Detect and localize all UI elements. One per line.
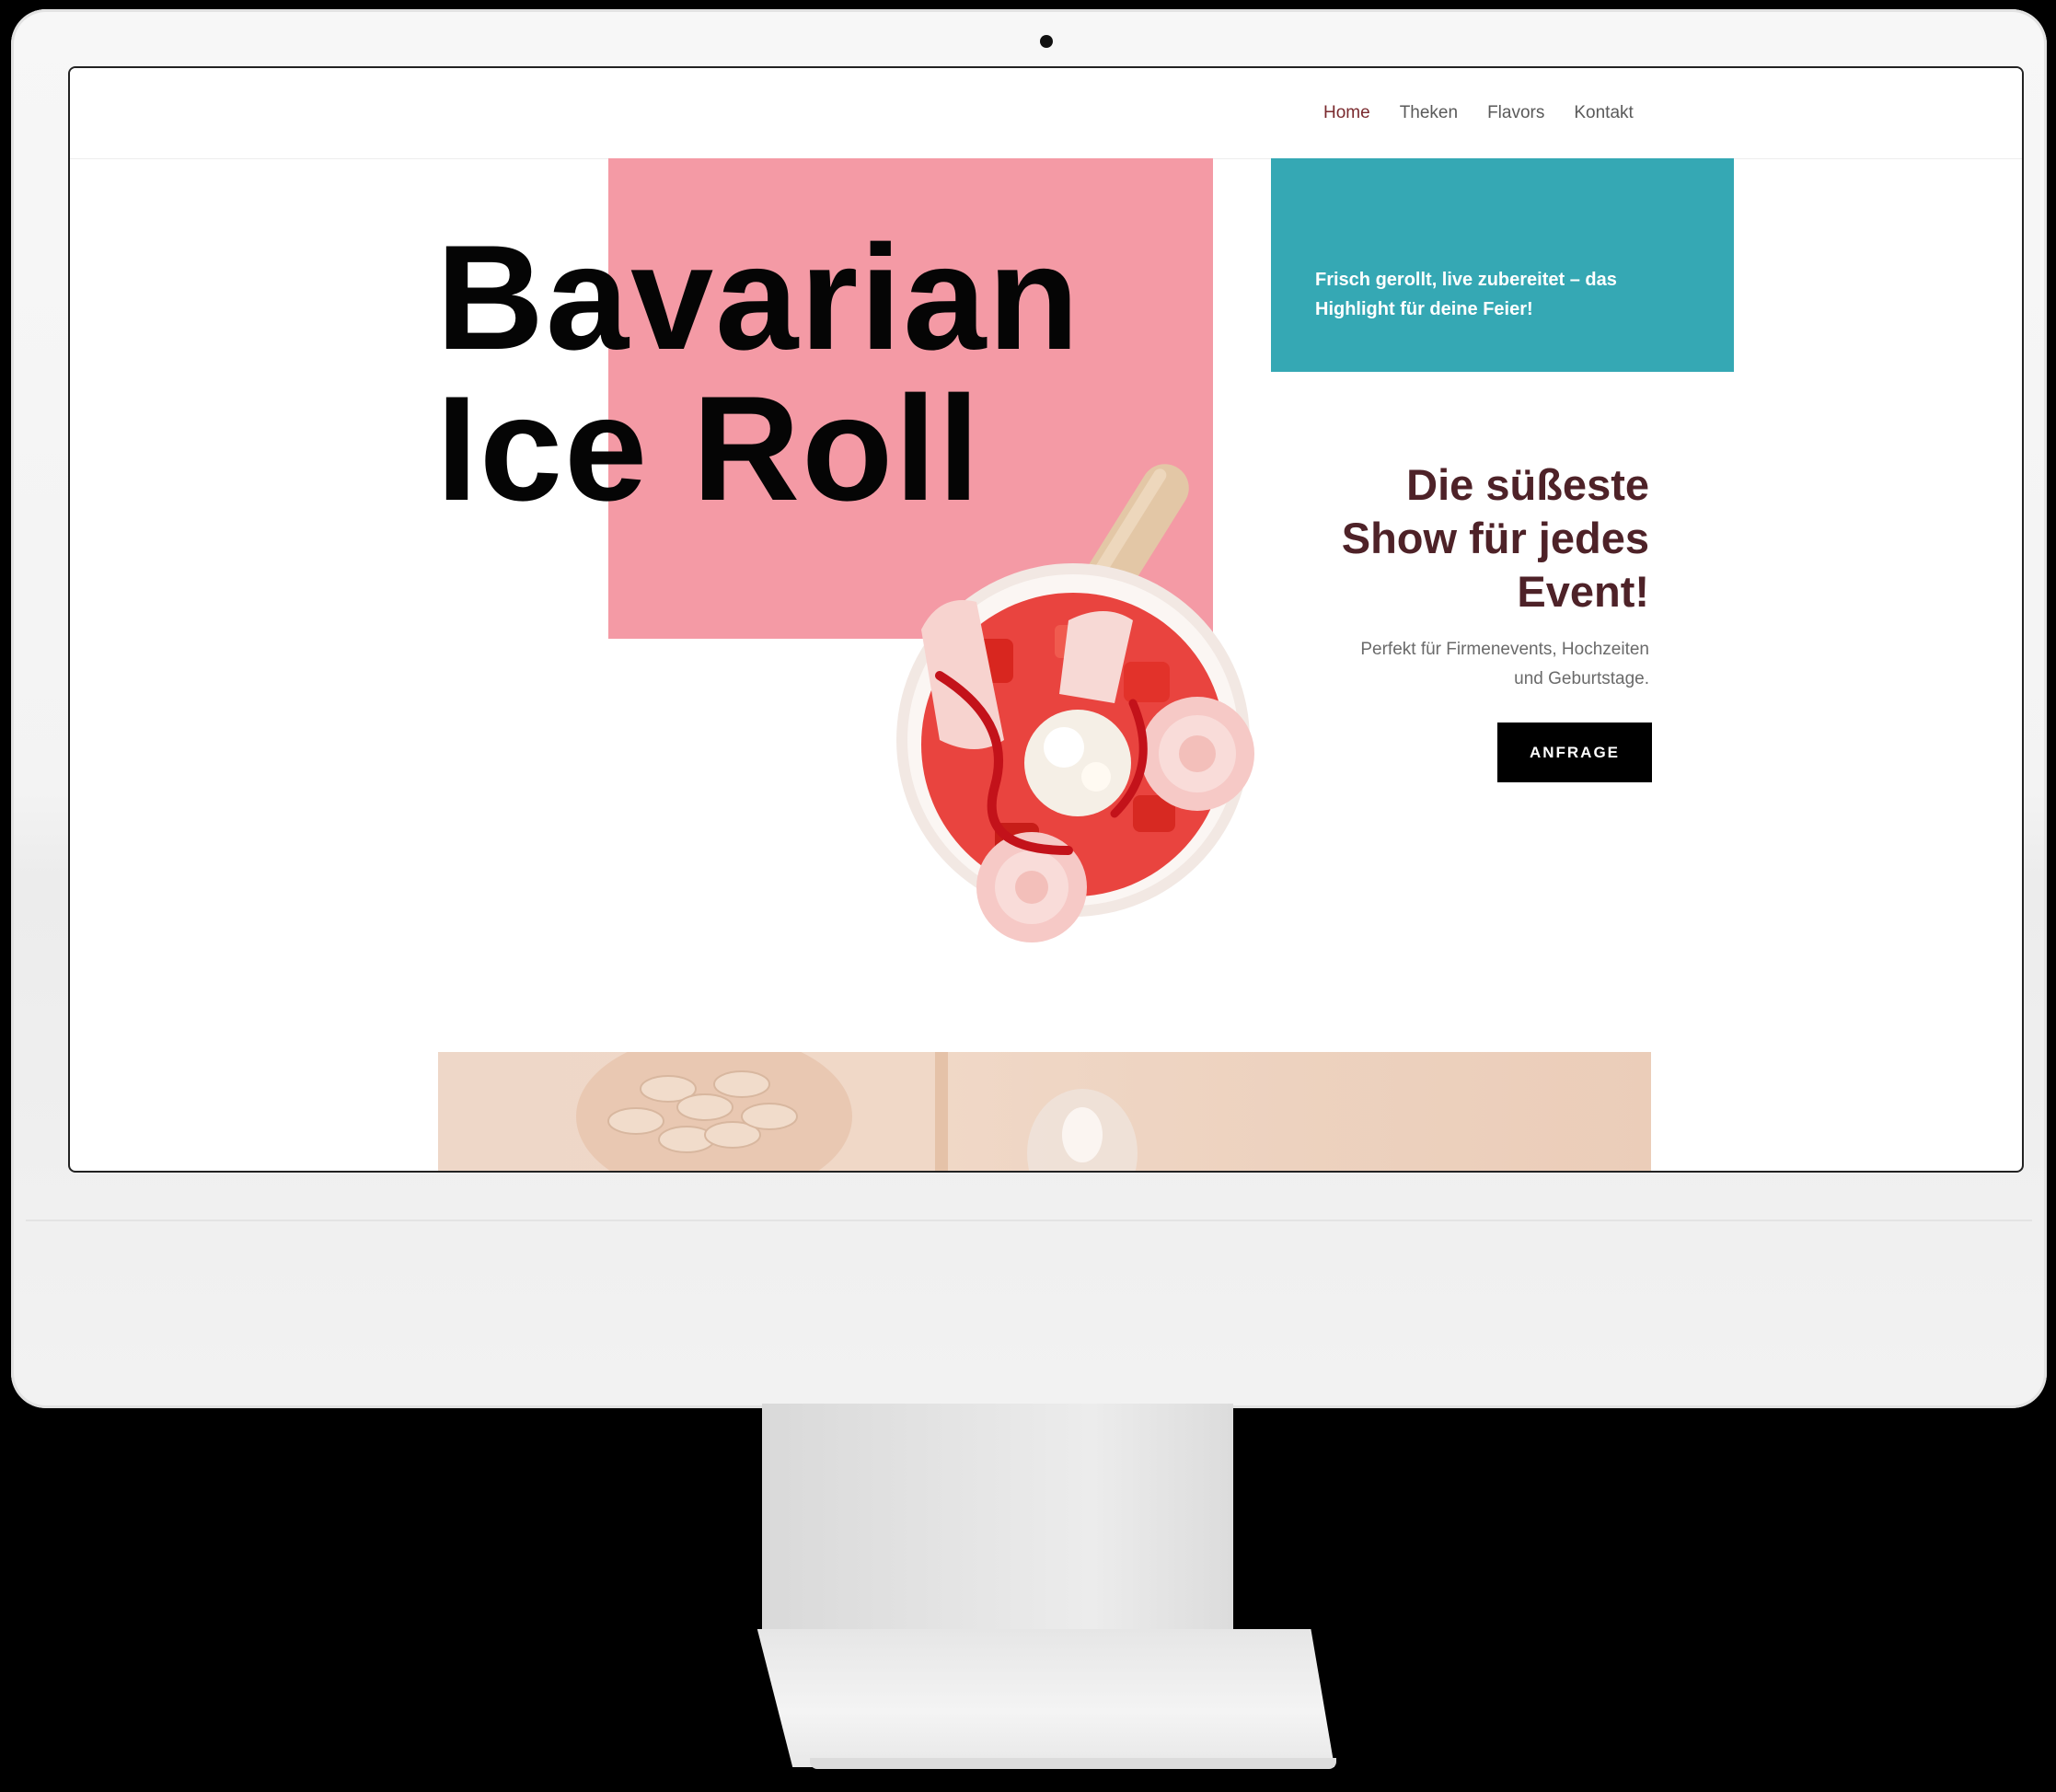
screen: Home Theken Flavors Kontakt Frisch gerol… — [68, 66, 2024, 1173]
nav-kontakt[interactable]: Kontakt — [1574, 103, 1633, 123]
hero-subtitle: Die süßeste Show für jedes Event! — [1189, 458, 1649, 619]
monitor-stand-foot — [757, 1629, 1334, 1767]
next-section-photo — [438, 1052, 1651, 1171]
subtitle-line-1: Die süßeste — [1406, 460, 1649, 509]
description-line-1: Perfekt für Firmenevents, Hochzeiten — [1360, 640, 1649, 659]
hero-description: Perfekt für Firmenevents, Hochzeiten und… — [1263, 635, 1649, 694]
hero-title-line-1: Bavarian — [436, 214, 1081, 381]
subtitle-line-3: Event! — [1517, 567, 1649, 616]
site-header: Home Theken Flavors Kontakt — [70, 68, 2022, 159]
wooden-spoons-photo — [576, 1052, 1138, 1171]
camera-dot — [1040, 35, 1053, 48]
description-line-2: und Geburtstage. — [1514, 669, 1649, 688]
subtitle-line-2: Show für jedes — [1341, 514, 1649, 562]
nav-home[interactable]: Home — [1323, 103, 1370, 123]
monitor-chin-line — [26, 1220, 2032, 1221]
monitor-frame: Home Theken Flavors Kontakt Frisch gerol… — [11, 9, 2047, 1408]
monitor-stand-foot-edge — [810, 1758, 1336, 1769]
main-nav: Home Theken Flavors Kontakt — [1323, 103, 1634, 123]
teal-tagline: Frisch gerollt, live zubereitet – das Hi… — [1315, 270, 1617, 319]
monitor-stand-neck — [762, 1404, 1233, 1639]
anfrage-button[interactable]: ANFRAGE — [1497, 723, 1652, 782]
nav-theken[interactable]: Theken — [1400, 103, 1458, 123]
nav-flavors[interactable]: Flavors — [1487, 103, 1544, 123]
